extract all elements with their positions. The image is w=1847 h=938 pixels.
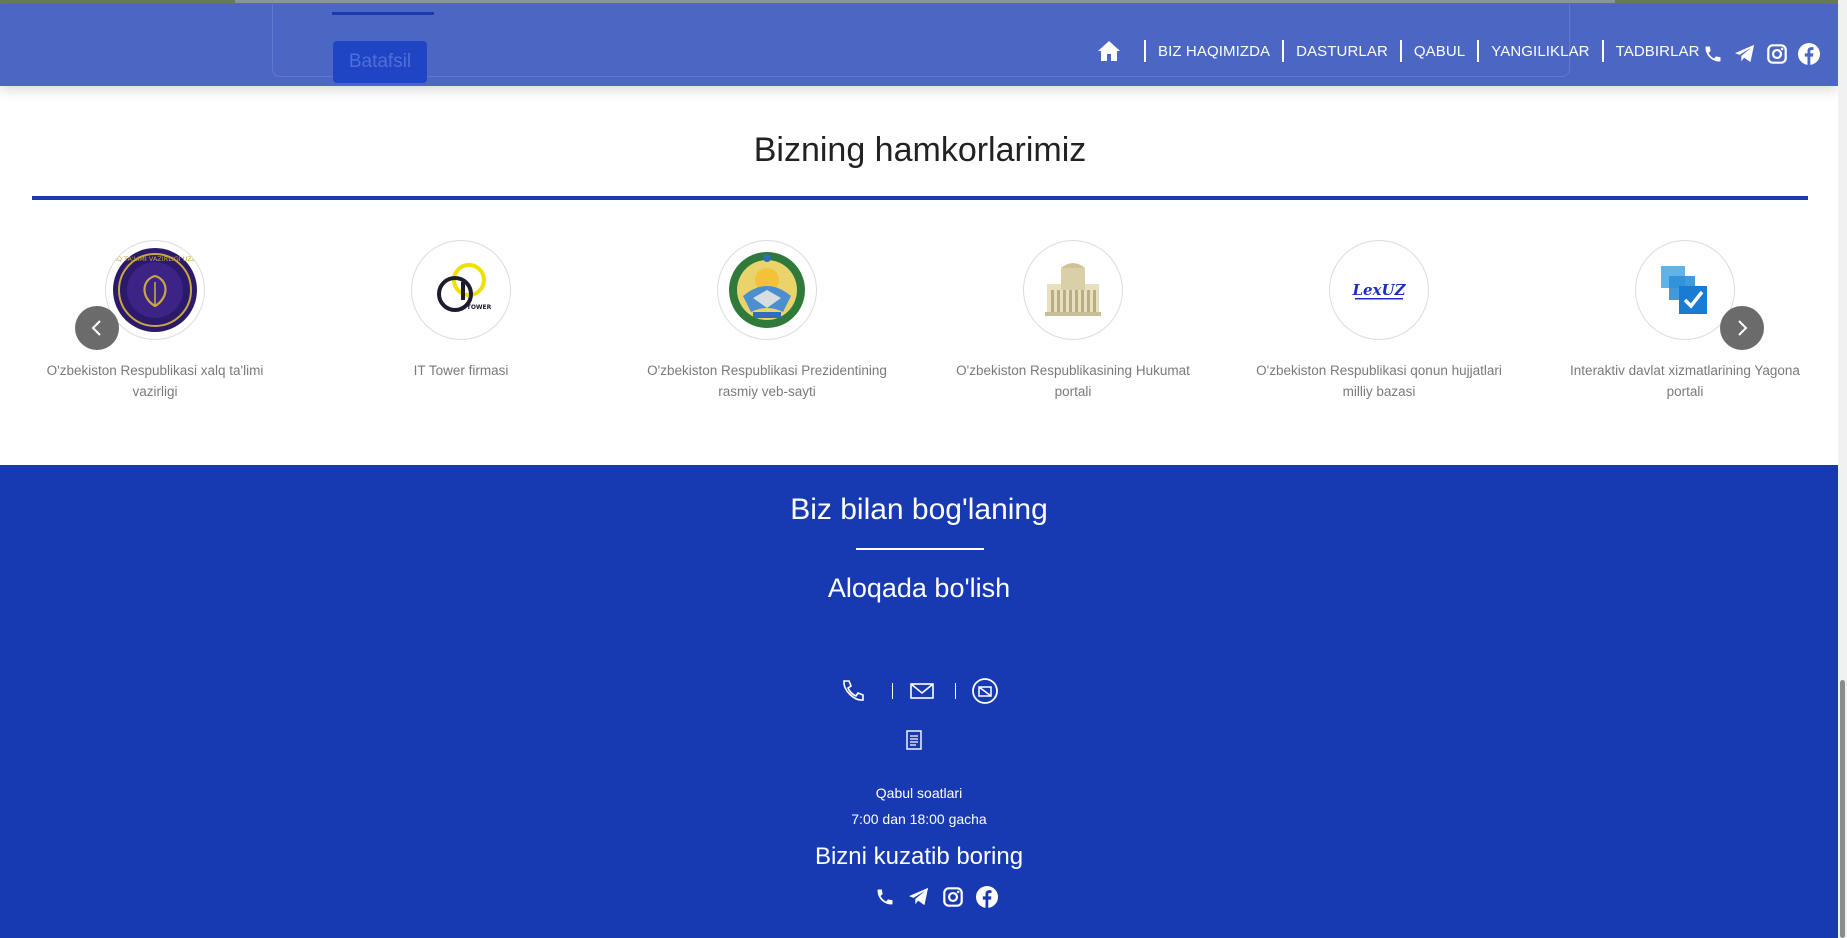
contact-footer: Biz bilan bog'laning Aloqada bo'lish Qab…	[0, 465, 1838, 938]
nav-qabul[interactable]: QABUL	[1414, 43, 1465, 60]
state-emblem-logo[interactable]	[717, 240, 817, 340]
reception-hours-value: 7:00 dan 18:00 gacha	[851, 811, 987, 827]
carousel-next-button[interactable]	[1720, 306, 1764, 350]
facebook-icon[interactable]	[1796, 41, 1822, 67]
footer-social-links	[872, 884, 1000, 910]
partner-card[interactable]: O'zbekiston Respublikasi Prezidentining …	[642, 240, 892, 402]
follow-title: Bizni kuzatib boring	[814, 843, 1024, 870]
batafsil-button[interactable]: Batafsil	[333, 41, 427, 83]
partner-caption: IT Tower firmasi	[413, 363, 509, 378]
it-tower-logo[interactable]: TOWER	[411, 240, 511, 340]
phone-icon[interactable]	[838, 676, 868, 706]
facebook-icon[interactable]	[974, 884, 1000, 910]
partner-card[interactable]: LexUZ O'zbekiston Respublikasi qonun huj…	[1254, 240, 1504, 402]
reception-hours-label: Qabul soatlari	[875, 785, 963, 801]
nav-biz-haqimizda[interactable]: BIZ HAQIMIZDA	[1158, 43, 1270, 60]
nav-separator	[1282, 40, 1285, 62]
telegram-icon[interactable]	[1732, 41, 1758, 67]
document-icon[interactable]	[901, 727, 927, 753]
site-header: Batafsil BIZ HAQIMIZDA DASTURLAR QABUL Y…	[0, 4, 1838, 86]
partner-caption: Interaktiv davlat xizmatlarining Yagona …	[1570, 363, 1800, 399]
page-scrollbar[interactable]	[1838, 0, 1847, 938]
partners-divider	[32, 196, 1808, 200]
phone-icon[interactable]	[872, 884, 898, 910]
logo-text: LexUZ	[1351, 281, 1406, 299]
location-icon[interactable]	[970, 676, 1000, 706]
nav-separator	[1399, 40, 1402, 62]
header-social-links	[1700, 41, 1822, 67]
nav-separator	[1144, 40, 1146, 62]
telegram-icon[interactable]	[906, 884, 932, 910]
contact-separator	[892, 683, 893, 699]
instagram-icon[interactable]	[1764, 41, 1790, 67]
partner-card[interactable]: O'zbekiston Respublikasining Hukumat por…	[948, 240, 1198, 402]
carousel-prev-button[interactable]	[75, 306, 119, 350]
home-icon[interactable]	[1096, 38, 1122, 64]
partners-title: Bizning hamkorlarimiz	[753, 131, 1087, 169]
logo-text: TOWER	[467, 304, 492, 311]
instagram-icon[interactable]	[940, 884, 966, 910]
partner-caption: O'zbekiston Respublikasining Hukumat por…	[956, 363, 1190, 399]
nav-separator	[1477, 40, 1480, 62]
contact-icons	[0, 676, 1838, 706]
browser-top-strip-inner	[235, 0, 1615, 3]
footer-title: Biz bilan bog'laning	[790, 493, 1048, 526]
nav-yangiliklar[interactable]: YANGILIKLAR	[1491, 43, 1589, 60]
partner-caption: O'zbekiston Respublikasi qonun hujjatlar…	[1256, 363, 1502, 399]
nav-dasturlar[interactable]: DASTURLAR	[1296, 43, 1388, 60]
partner-card[interactable]: TOWER IT Tower firmasi	[336, 240, 586, 381]
partner-card[interactable]: XALQ TA'LIMI VAZIRLIGI UZEDU O'zbekiston…	[30, 240, 280, 402]
footer-divider	[856, 548, 984, 550]
partner-caption: O'zbekiston Respublikasi xalq ta'limi va…	[46, 363, 264, 399]
active-tab-indicator	[332, 12, 434, 15]
logo-text: XALQ TA'LIMI VAZIRLIGI UZEDU	[111, 255, 199, 263]
phone-icon[interactable]	[1700, 41, 1726, 67]
nav-tadbirlar[interactable]: TADBIRLAR	[1616, 43, 1700, 60]
ministry-education-logo[interactable]: XALQ TA'LIMI VAZIRLIGI UZEDU	[105, 240, 205, 340]
partner-card[interactable]: Interaktiv davlat xizmatlarining Yagona …	[1560, 240, 1810, 402]
lexuz-logo[interactable]: LexUZ	[1329, 240, 1429, 340]
scrollbar-thumb[interactable]	[1840, 680, 1845, 938]
partner-caption: O'zbekiston Respublikasi Prezidentining …	[647, 363, 887, 399]
footer-subtitle: Aloqada bo'lish	[827, 573, 1011, 603]
government-building-logo[interactable]	[1023, 240, 1123, 340]
main-nav: BIZ HAQIMIZDA DASTURLAR QABUL YANGILIKLA…	[1096, 34, 1700, 68]
contact-separator	[955, 683, 956, 699]
mail-icon[interactable]	[907, 676, 937, 706]
nav-separator	[1601, 40, 1604, 62]
